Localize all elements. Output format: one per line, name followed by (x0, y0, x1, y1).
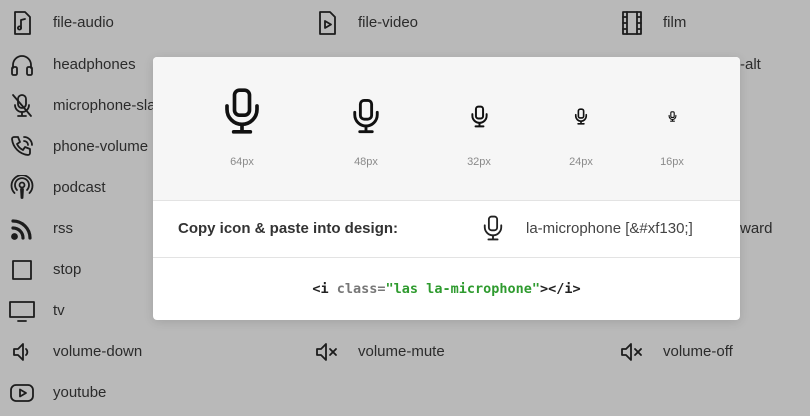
code-attribute-value: "las la-microphone" (385, 281, 540, 297)
microphone-icon (574, 108, 588, 125)
file-video-icon (313, 9, 341, 37)
size-label: 48px (354, 156, 378, 168)
code-open-tag: <i (312, 281, 337, 297)
grid-item-microphone-slash[interactable]: microphone-slash (0, 85, 171, 126)
grid-item-label: youtube (53, 384, 107, 401)
tv-icon (8, 297, 36, 325)
size-label: 24px (569, 156, 593, 168)
grid-item-label: rss (53, 220, 73, 237)
grid-item-volume-mute[interactable]: volume-mute (305, 331, 445, 372)
grid-item-label: volume-off (663, 343, 733, 360)
size-preview-16[interactable]: 16px (632, 57, 712, 168)
volume-down-icon (8, 338, 36, 366)
grid-item-label: podcast (53, 179, 106, 196)
size-preview-32[interactable]: 32px (439, 57, 519, 168)
file-audio-icon (8, 9, 36, 37)
grid-item-file-video[interactable]: file-video (305, 2, 418, 43)
grid-item-label: file-video (358, 14, 419, 31)
grid-item-label: headphones (53, 56, 136, 73)
volume-off-icon (618, 338, 646, 366)
rss-icon (8, 215, 36, 243)
size-label: 32px (467, 156, 491, 168)
microphone-icon (668, 111, 676, 122)
icon-unicode: [&#xf130;] (625, 220, 693, 237)
grid-item-youtube[interactable]: youtube (0, 372, 106, 413)
size-preview-24[interactable]: 24px (541, 57, 621, 168)
grid-item-tv[interactable]: tv (0, 290, 65, 331)
size-label: 64px (230, 156, 254, 168)
icon-name-copy[interactable]: la-microphone [&#xf130;] (526, 220, 693, 237)
grid-item-label: file-audio (53, 14, 114, 31)
copy-label: Copy icon & paste into design: (178, 220, 399, 237)
size-preview-48[interactable]: 48px (326, 57, 406, 168)
grid-item-label: film (663, 14, 687, 31)
grid-item-label: stop (53, 261, 82, 278)
code-snippet-row: <i class="las la-microphone"></i> (153, 258, 740, 320)
microphone-icon (470, 105, 488, 128)
icon-detail-modal: 64px 48px 32px 24px 16px Copy icon & pas… (153, 57, 740, 320)
icon-class-name: la-microphone (526, 220, 622, 237)
phone-volume-icon (8, 133, 36, 161)
grid-item-file-audio[interactable]: file-audio (0, 2, 114, 43)
size-label: 16px (660, 156, 684, 168)
microphone-slash-icon (8, 92, 36, 120)
grid-item-podcast[interactable]: podcast (0, 167, 106, 208)
microphone-icon (353, 98, 379, 134)
size-preview-panel: 64px 48px 32px 24px 16px (153, 57, 740, 201)
grid-item-label-partial: ward (740, 220, 773, 237)
grid-item-rss[interactable]: rss (0, 208, 73, 249)
grid-item-volume-down[interactable]: volume-down (0, 331, 142, 372)
stop-icon (8, 256, 36, 284)
microphone-icon[interactable] (482, 215, 504, 246)
grid-item-label-partial: -alt (740, 56, 761, 73)
grid-item-label: tv (53, 302, 65, 319)
grid-item-label: volume-mute (358, 343, 445, 360)
microphone-icon (225, 88, 259, 134)
film-icon (618, 9, 646, 37)
code-snippet[interactable]: <i class="las la-microphone"></i> (153, 281, 740, 297)
grid-item-label: phone-volume (53, 138, 149, 155)
grid-item-volume-off[interactable]: volume-off (610, 331, 733, 372)
code-attribute: class= (336, 281, 386, 297)
headphones-icon (8, 51, 36, 79)
volume-mute-icon (313, 338, 341, 366)
copy-row: Copy icon & paste into design: la-microp… (153, 201, 740, 258)
grid-item-stop[interactable]: stop (0, 249, 81, 290)
grid-item-film[interactable]: film (610, 2, 686, 43)
podcast-icon (8, 174, 36, 202)
youtube-icon (8, 379, 36, 407)
grid-item-label: volume-down (53, 343, 143, 360)
grid-item-headphones[interactable]: headphones (0, 44, 136, 85)
size-preview-64[interactable]: 64px (202, 57, 282, 168)
grid-item-phone-volume[interactable]: phone-volume (0, 126, 148, 167)
code-close-tag: ></i> (539, 281, 581, 297)
